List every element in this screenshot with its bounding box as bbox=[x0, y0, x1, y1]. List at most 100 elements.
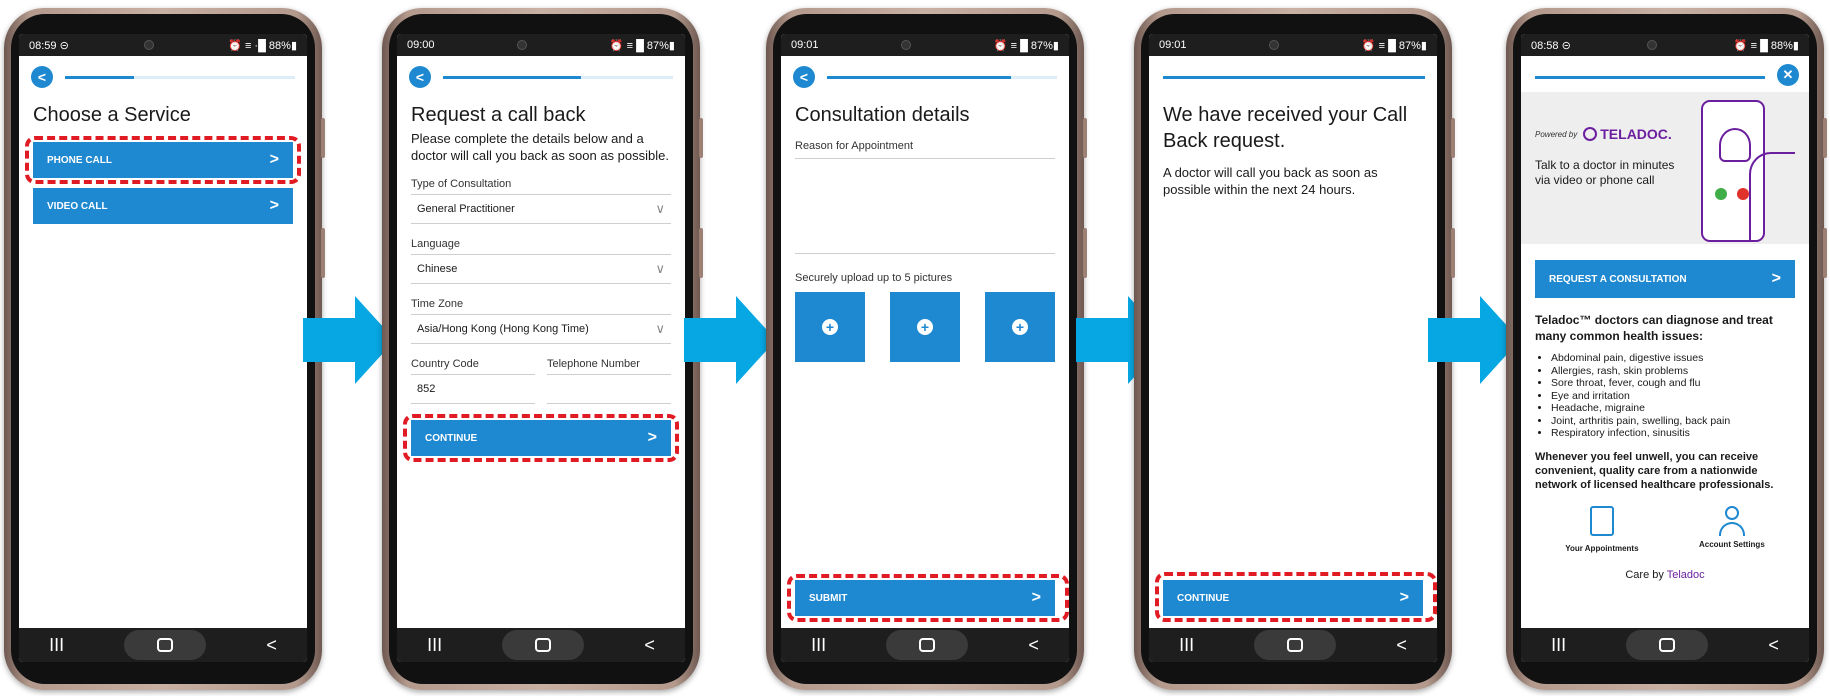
highlight-phone-call bbox=[25, 136, 301, 184]
recent-apps-button[interactable]: III bbox=[1551, 635, 1566, 656]
status-bar: 08:59 ⊝ ⏰ ≡ ·█ 88%▮ bbox=[19, 34, 307, 56]
timezone-select[interactable]: Asia/Hong Kong (Hong Kong Time) ∨ bbox=[411, 314, 671, 344]
list-item: Abdominal pain, digestive issues bbox=[1551, 352, 1795, 365]
consultation-type-value: General Practitioner bbox=[417, 203, 515, 215]
system-nav-bar: III < bbox=[397, 628, 685, 662]
close-icon[interactable]: ✕ bbox=[1777, 64, 1799, 86]
user-icon bbox=[1717, 505, 1747, 536]
system-nav-bar: III < bbox=[1149, 628, 1437, 662]
page-title: We have received your Call Back request. bbox=[1163, 104, 1408, 152]
recent-apps-button[interactable]: III bbox=[1179, 635, 1194, 656]
system-back-button[interactable]: < bbox=[644, 635, 655, 656]
upload-picture-3[interactable]: + bbox=[985, 292, 1055, 362]
system-nav-bar: III < bbox=[1521, 628, 1809, 662]
flow-arrow-4 bbox=[1428, 296, 1520, 384]
system-nav-bar: III < bbox=[19, 628, 307, 662]
system-back-button[interactable]: < bbox=[1396, 635, 1407, 656]
power-button bbox=[1083, 228, 1087, 278]
list-item: Allergies, rash, skin problems bbox=[1551, 365, 1795, 378]
status-icons: ⏰ ≡ █ 87%▮ bbox=[993, 39, 1059, 52]
settings-label: Account Settings bbox=[1698, 539, 1765, 549]
services-headline: Teladoc™ doctors can diagnose and treat … bbox=[1535, 313, 1773, 343]
chevron-down-icon: ∨ bbox=[655, 261, 665, 276]
account-settings-link[interactable]: Account Settings bbox=[1698, 505, 1765, 553]
home-button[interactable] bbox=[1254, 630, 1337, 660]
phone-frame-1: 08:59 ⊝ ⏰ ≡ ·█ 88%▮ < Choose a Service P… bbox=[4, 8, 325, 690]
status-icons: ⏰ ≡ █ 87%▮ bbox=[1361, 39, 1427, 52]
recent-apps-button[interactable]: III bbox=[427, 635, 442, 656]
upload-label: Securely upload up to 5 pictures bbox=[795, 272, 953, 284]
video-call-button[interactable]: VIDEO CALL > bbox=[33, 188, 293, 224]
system-back-button[interactable]: < bbox=[1768, 635, 1779, 656]
progress-bar bbox=[65, 76, 295, 79]
back-button[interactable]: < bbox=[31, 66, 53, 88]
volume-button bbox=[1083, 118, 1087, 158]
screen-request-received: 09:01 ⏰ ≡ █ 87%▮ We have received your C… bbox=[1149, 34, 1437, 662]
request-consultation-label: REQUEST A CONSULTATION bbox=[1549, 273, 1687, 285]
appointments-label: Your Appointments bbox=[1565, 543, 1639, 553]
screen-request-callback: 09:00 ⏰ ≡ █ 87%▮ < Request a call back P… bbox=[397, 34, 685, 662]
recent-apps-button[interactable]: III bbox=[49, 635, 64, 656]
list-item: Respiratory infection, sinusitis bbox=[1551, 427, 1795, 440]
progress-bar bbox=[1163, 76, 1425, 79]
volume-button bbox=[321, 118, 325, 158]
closing-text: Whenever you feel unwell, you can receiv… bbox=[1535, 450, 1774, 491]
list-item: Joint, arthritis pain, swelling, back pa… bbox=[1551, 415, 1795, 428]
status-bar: 08:58 ⊝ ⏰ ≡ █ 88%▮ bbox=[1521, 34, 1809, 56]
request-consultation-button[interactable]: REQUEST A CONSULTATION > bbox=[1535, 260, 1795, 298]
phone-frame-5: 08:58 ⊝ ⏰ ≡ █ 88%▮ ✕ Powered by TELADOC.… bbox=[1506, 8, 1827, 690]
page-title: Consultation details bbox=[795, 104, 970, 126]
progress-bar bbox=[443, 76, 673, 79]
consultation-type-select[interactable]: General Practitioner ∨ bbox=[411, 194, 671, 224]
language-select[interactable]: Chinese ∨ bbox=[411, 254, 671, 284]
country-code-field[interactable]: 852 bbox=[411, 374, 535, 404]
language-value: Chinese bbox=[417, 263, 458, 275]
screen-teladoc-home: 08:58 ⊝ ⏰ ≡ █ 88%▮ ✕ Powered by TELADOC.… bbox=[1521, 34, 1809, 662]
highlight-submit bbox=[787, 574, 1069, 622]
page-title: Choose a Service bbox=[33, 104, 191, 126]
phone-frame-3: 09:01 ⏰ ≡ █ 87%▮ < Consultation details … bbox=[766, 8, 1087, 690]
status-time: 09:00 bbox=[407, 39, 435, 51]
progress-bar bbox=[1535, 76, 1765, 79]
teladoc-brand: TELADOC. bbox=[1600, 126, 1672, 142]
country-code-label: Country Code bbox=[411, 358, 479, 370]
clipboard-icon bbox=[1589, 505, 1614, 536]
timezone-label: Time Zone bbox=[411, 298, 464, 310]
reason-label: Reason for Appointment bbox=[795, 140, 914, 152]
system-back-button[interactable]: < bbox=[1028, 635, 1039, 656]
plus-icon: + bbox=[1012, 319, 1028, 335]
care-by-label: Care by bbox=[1625, 568, 1664, 581]
country-code-value: 852 bbox=[417, 383, 436, 395]
hero-tagline: Talk to a doctor in minutes via video or… bbox=[1535, 158, 1675, 187]
back-button[interactable]: < bbox=[409, 66, 431, 88]
home-button[interactable] bbox=[124, 630, 207, 660]
appointments-link[interactable]: Your Appointments bbox=[1565, 505, 1639, 553]
care-by-brand: Teladoc bbox=[1666, 568, 1705, 581]
confirmation-message: A doctor will call you back as soon as p… bbox=[1163, 165, 1378, 197]
screen-consultation-details: 09:01 ⏰ ≡ █ 87%▮ < Consultation details … bbox=[781, 34, 1069, 662]
care-by-footer: Care by Teladoc bbox=[1521, 569, 1809, 581]
camera-icon bbox=[143, 40, 154, 50]
telephone-field[interactable] bbox=[547, 374, 671, 404]
status-time: 09:01 bbox=[1159, 39, 1187, 51]
power-button bbox=[1451, 228, 1455, 278]
home-button[interactable] bbox=[886, 630, 969, 660]
volume-button bbox=[699, 118, 703, 158]
home-button[interactable] bbox=[502, 630, 585, 660]
recent-apps-button[interactable]: III bbox=[811, 635, 826, 656]
upload-picture-1[interactable]: + bbox=[795, 292, 865, 362]
back-button[interactable]: < bbox=[793, 66, 815, 88]
telephone-label: Telephone Number bbox=[547, 358, 640, 370]
home-button[interactable] bbox=[1626, 630, 1709, 660]
conditions-list: Abdominal pain, digestive issues Allergi… bbox=[1521, 352, 1809, 440]
status-icons: ⏰ ≡ █ 87%▮ bbox=[609, 39, 675, 52]
upload-picture-2[interactable]: + bbox=[890, 292, 960, 362]
flow-arrow-2 bbox=[684, 296, 776, 384]
reason-textarea[interactable] bbox=[795, 158, 1055, 254]
page-title: Request a call back bbox=[411, 104, 586, 126]
list-item: Headache, migraine bbox=[1551, 402, 1795, 415]
status-time: 09:01 bbox=[791, 39, 819, 51]
flow-arrow-1 bbox=[303, 296, 395, 384]
system-back-button[interactable]: < bbox=[266, 635, 277, 656]
chevron-right-icon: > bbox=[269, 197, 279, 214]
